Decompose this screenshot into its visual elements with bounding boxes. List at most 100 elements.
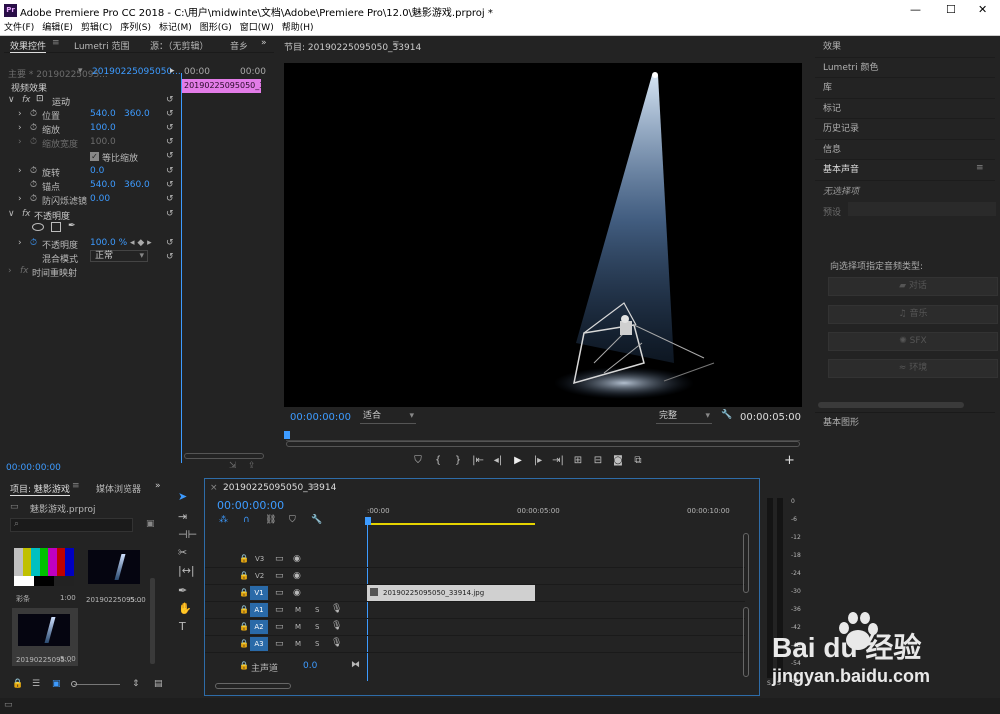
stopwatch-icon[interactable]: ⏱	[30, 166, 37, 176]
lock-track-icon[interactable]: 🔒	[239, 554, 249, 563]
list-view-icon[interactable]: ☰	[32, 679, 40, 689]
panel-menu-icon[interactable]: ≡	[309, 482, 317, 492]
snap-magnet-icon[interactable]: ∩	[243, 515, 250, 525]
reset-icon[interactable]: ↺	[166, 109, 174, 119]
lock-icon[interactable]: 🔒	[12, 679, 23, 689]
microphone-icon[interactable]: 🎙	[331, 604, 342, 614]
panel-markers[interactable]: 标记	[815, 99, 995, 119]
reset-icon[interactable]: ↺	[166, 180, 174, 190]
ellipse-mask-icon[interactable]	[32, 223, 44, 231]
expand-position-icon[interactable]: ›	[18, 109, 22, 119]
project-item[interactable]	[14, 548, 75, 586]
panel-menu-icon[interactable]: ≡	[72, 481, 80, 491]
reset-icon[interactable]: ↺	[166, 151, 174, 161]
close-sequence-icon[interactable]: ×	[210, 483, 218, 493]
timeline-timecode[interactable]: 00:00:00:00	[217, 499, 284, 512]
motion-transform-icon[interactable]: ⊡	[36, 94, 44, 104]
filter-icon[interactable]: ⇲	[229, 461, 237, 471]
tab-audio[interactable]: 音乡	[230, 39, 248, 52]
program-scrollbar[interactable]	[286, 441, 800, 447]
track-label-targeted[interactable]: A3	[250, 637, 268, 651]
timeline-settings-wrench-icon[interactable]: 🔧	[311, 515, 322, 525]
go-to-out-icon[interactable]: ⇥|	[548, 455, 568, 466]
add-marker-icon[interactable]: ⛉	[408, 455, 428, 466]
music-button[interactable]: ♫ 音乐	[828, 305, 998, 324]
reset-icon[interactable]: ↺	[166, 238, 174, 248]
dialogue-button[interactable]: ▰ 对话	[828, 277, 998, 296]
position-y-value[interactable]: 360.0	[124, 109, 150, 119]
reset-icon[interactable]: ↺	[166, 123, 174, 133]
lock-track-icon[interactable]: 🔒	[239, 661, 249, 670]
solo-button[interactable]: S	[315, 640, 319, 648]
expand-flicker-icon[interactable]: ›	[18, 194, 22, 204]
tab-project[interactable]: 项目: 魅影游戏	[10, 482, 70, 496]
compare-icon[interactable]: ⧉	[628, 455, 648, 466]
timeline-vertical-scrollbar[interactable]	[743, 533, 749, 593]
solo-button[interactable]: S	[315, 606, 319, 614]
panel-effects[interactable]: 效果	[815, 37, 995, 58]
panel-libraries[interactable]: 库	[815, 78, 995, 99]
menu-window[interactable]: 窗口(W)	[240, 21, 274, 35]
mark-out-icon[interactable]: }	[448, 455, 468, 466]
menu-file[interactable]: 文件(F)	[4, 21, 34, 35]
sort-icon[interactable]: ⇕	[132, 679, 140, 689]
mark-in-icon[interactable]: {	[428, 455, 448, 466]
ec-clip-bar[interactable]: 20190225095050_3391	[182, 79, 261, 93]
step-forward-icon[interactable]: |▸	[528, 455, 548, 466]
sync-lock-icon[interactable]: ▭	[275, 588, 284, 598]
microphone-icon[interactable]: 🎙	[331, 638, 342, 648]
reset-icon[interactable]: ↺	[166, 209, 174, 219]
close-button[interactable]: ✕	[978, 3, 987, 16]
eye-icon[interactable]: ◉	[293, 554, 301, 564]
program-timecode[interactable]: 00:00:00:00	[290, 412, 351, 423]
stopwatch-icon[interactable]: ⏱	[30, 137, 37, 147]
opacity-value[interactable]: 100.0 %	[90, 238, 127, 248]
sequence-tab[interactable]: 20190225095050_33914	[223, 483, 336, 493]
essential-sound-scrollbar[interactable]	[818, 402, 964, 408]
track-label-targeted[interactable]: V1	[250, 586, 268, 600]
type-tool-icon[interactable]: T	[179, 620, 186, 633]
uniform-scale-checkbox[interactable]: ✓	[90, 152, 99, 161]
go-to-in-icon[interactable]: |⇤	[468, 455, 488, 466]
stopwatch-icon[interactable]: ⏱	[30, 194, 37, 204]
expand-opacity-icon[interactable]: ›	[18, 238, 22, 248]
solo-button[interactable]: S	[315, 623, 319, 631]
lock-track-icon[interactable]: 🔒	[239, 622, 249, 631]
panel-basic-graphics[interactable]: 基本图形	[815, 412, 995, 432]
expand-motion-icon[interactable]: ∨	[8, 95, 15, 105]
reset-icon[interactable]: ↺	[166, 95, 174, 105]
panel-info[interactable]: 信息	[815, 140, 995, 160]
menu-help[interactable]: 帮助(H)	[282, 21, 314, 35]
menu-markers[interactable]: 标记(M)	[159, 21, 192, 35]
microphone-icon[interactable]: 🎙	[331, 621, 342, 631]
track-label-targeted[interactable]: A2	[250, 620, 268, 634]
tab-lumetri-scopes[interactable]: Lumetri 范围	[74, 39, 129, 52]
rotation-value[interactable]: 0.0	[90, 166, 104, 176]
export-frame-icon[interactable]: ◙	[608, 455, 628, 466]
extract-icon[interactable]: ⊟	[588, 455, 608, 466]
sync-lock-icon[interactable]: ▭	[275, 622, 284, 632]
sync-lock-icon[interactable]: ▭	[275, 639, 284, 649]
sfx-button[interactable]: ✺ SFX	[828, 332, 998, 351]
ec-playhead[interactable]	[181, 73, 182, 463]
linked-selection-icon[interactable]: ⛓	[265, 515, 276, 525]
tab-source[interactable]: 源：（无剪辑）	[150, 39, 209, 52]
work-area-bar[interactable]	[367, 523, 535, 525]
more-tabs-icon[interactable]: »	[261, 38, 267, 48]
fit-select[interactable]: 适合 ▾	[360, 410, 416, 424]
blend-mode-select[interactable]: 正常 ▾	[90, 250, 148, 262]
project-item-selected[interactable]: 20190225095... 5:00	[12, 608, 78, 666]
mute-button[interactable]: M	[295, 606, 301, 614]
export-icon[interactable]: ⇪	[248, 461, 256, 471]
project-scrollbar[interactable]	[150, 578, 155, 664]
button-editor-plus-icon[interactable]: +	[784, 453, 795, 468]
sequence-clip-label[interactable]: 20190225095050...	[92, 67, 181, 77]
rectangle-mask-icon[interactable]	[51, 222, 61, 232]
stopwatch-icon[interactable]: ⏱	[30, 109, 37, 119]
stopwatch-icon[interactable]: ⏱	[30, 238, 37, 248]
track-label-targeted[interactable]: A1	[250, 603, 268, 617]
selection-tool-icon[interactable]: ➤	[178, 490, 187, 503]
expand-scale-icon[interactable]: ›	[18, 123, 22, 133]
panel-menu-icon[interactable]: ≡	[52, 38, 60, 48]
hand-tool-icon[interactable]: ✋	[178, 602, 192, 615]
